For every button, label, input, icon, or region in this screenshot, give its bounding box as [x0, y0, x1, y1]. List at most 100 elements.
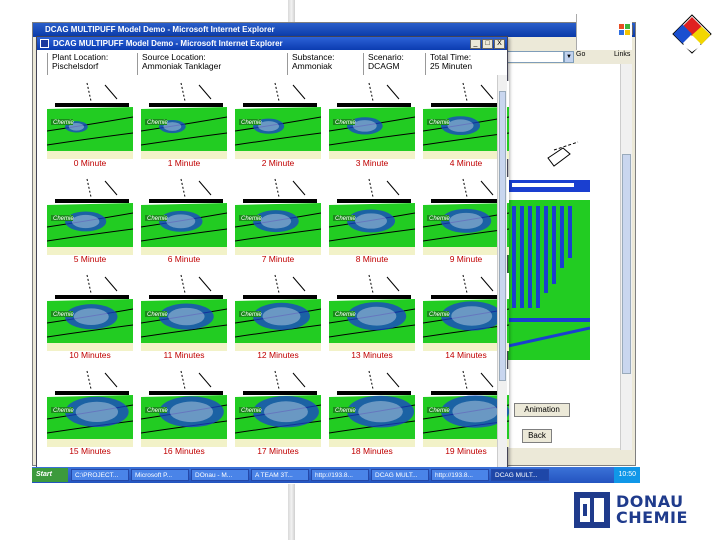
taskbar-task-button[interactable]: http://193.8...: [431, 469, 489, 481]
frame-caption: 6 Minute: [167, 254, 201, 264]
dispersion-frame: Chemie 18 Minutes: [329, 369, 415, 456]
hazard-diamond-icon: [672, 14, 712, 54]
dispersion-map-thumbnail: Chemie: [47, 81, 133, 159]
taskbar-task-button[interactable]: DCAG MULT...: [491, 469, 549, 481]
map-label: Chemie: [241, 216, 262, 222]
map-label: Chemie: [429, 120, 450, 126]
company-logo: DONAU CHEMIE: [574, 492, 688, 528]
dispersion-frame: Chemie 2 Minute: [235, 81, 321, 168]
minimize-button[interactable]: _: [470, 39, 481, 49]
map-label: Chemie: [241, 120, 262, 126]
animation-button[interactable]: Animation: [514, 403, 570, 417]
taskbar-task-list: C:\PROJECT... Microsoft P... DOnau - M... A…: [71, 469, 551, 481]
company-logo-mark-icon: [574, 492, 610, 528]
map-label: Chemie: [147, 408, 168, 414]
dispersion-map-thumbnail: Chemie: [141, 369, 227, 447]
back-button[interactable]: Back: [522, 429, 552, 443]
dispersion-frame: Chemie 10 Minutes: [47, 273, 133, 360]
info-plant-location: Plant Location: Pischelsdorf: [47, 53, 137, 75]
dispersion-map-thumbnail: Chemie: [141, 81, 227, 159]
dispersion-frame: Chemie 3 Minute: [329, 81, 415, 168]
maximize-button[interactable]: □: [482, 39, 493, 49]
dispersion-frame: Chemie 15 Minutes: [47, 369, 133, 456]
info-scenario: Scenario: DCAGM: [363, 53, 425, 75]
front-window-controls: _ □ X: [470, 39, 505, 49]
map-label: Chemie: [335, 120, 356, 126]
map-label: Chemie: [147, 120, 168, 126]
browser-icon: [40, 39, 49, 48]
front-window-title: DCAG MULTIPUFF Model Demo - Microsoft In…: [37, 37, 507, 50]
windows-logo-area: [576, 14, 632, 50]
close-button[interactable]: X: [494, 39, 505, 49]
taskbar: Start C:\PROJECT... Microsoft P... DOnau -…: [32, 467, 640, 483]
dispersion-map-thumbnail: Chemie: [329, 273, 415, 351]
taskbar-task-button[interactable]: DCAG MULT...: [371, 469, 429, 481]
map-label: Chemie: [429, 216, 450, 222]
taskbar-task-button[interactable]: A TEAM 3T...: [251, 469, 309, 481]
dispersion-frame: Chemie 16 Minutes: [141, 369, 227, 456]
frame-caption: 18 Minutes: [351, 446, 393, 456]
dispersion-map-thumbnail: Chemie: [329, 177, 415, 255]
back-window-title: DCAG MULTIPUFF Model Demo - Microsoft In…: [33, 23, 635, 37]
dispersion-map-thumbnail: Chemie: [47, 177, 133, 255]
front-scrollbar-thumb[interactable]: [499, 91, 506, 381]
frame-caption: 0 Minute: [73, 158, 107, 168]
map-label: Chemie: [335, 312, 356, 318]
map-label: Chemie: [241, 408, 262, 414]
links-label[interactable]: Links: [614, 51, 630, 58]
dispersion-map-thumbnail: Chemie: [141, 273, 227, 351]
dispersion-frame: Chemie 0 Minute: [47, 81, 133, 168]
map-label: Chemie: [147, 312, 168, 318]
divider-line-top: [288, 0, 295, 24]
map-label: Chemie: [53, 216, 74, 222]
frame-caption: 8 Minute: [355, 254, 389, 264]
taskbar-task-button[interactable]: http://193.8...: [311, 469, 369, 481]
windows-flag-icon: [619, 24, 630, 35]
front-scrollbar[interactable]: [497, 75, 507, 467]
dispersion-map-thumbnail: Chemie: [47, 273, 133, 351]
frame-caption: 11 Minutes: [163, 350, 205, 360]
dispersion-frame: Chemie 1 Minute: [141, 81, 227, 168]
front-browser-window: DCAG MULTIPUFF Model Demo - Microsoft In…: [36, 36, 509, 468]
taskbar-task-button[interactable]: Microsoft P...: [131, 469, 189, 481]
divider-line-bottom: [288, 484, 295, 540]
map-label: Chemie: [53, 408, 74, 414]
back-scrollbar[interactable]: [620, 64, 632, 450]
company-name: DONAU CHEMIE: [616, 494, 688, 526]
go-button[interactable]: Go: [576, 51, 585, 58]
info-source-location: Source Location: Ammoniak Tanklager: [137, 53, 287, 75]
dispersion-frame: Chemie 6 Minute: [141, 177, 227, 264]
site-plan-map: [508, 88, 590, 370]
dispersion-frame: Chemie 8 Minute: [329, 177, 415, 264]
map-label: Chemie: [147, 216, 168, 222]
map-label: Chemie: [429, 408, 450, 414]
frame-caption: 17 Minutes: [257, 446, 299, 456]
frame-caption: 16 Minutes: [163, 446, 205, 456]
info-total-time: Total Time: 25 Minuten: [425, 53, 491, 75]
dispersion-map-thumbnail: Chemie: [329, 81, 415, 159]
frame-caption: 13 Minutes: [351, 350, 393, 360]
frame-caption: 10 Minutes: [69, 350, 111, 360]
taskbar-task-button[interactable]: C:\PROJECT...: [71, 469, 129, 481]
start-button[interactable]: Start: [32, 468, 68, 482]
taskbar-task-button[interactable]: DOnau - M...: [191, 469, 249, 481]
dispersion-map-thumbnail: Chemie: [235, 81, 321, 159]
frame-caption: 3 Minute: [355, 158, 389, 168]
map-label: Chemie: [241, 312, 262, 318]
chevron-down-icon[interactable]: ▼: [564, 51, 574, 63]
dispersion-frame: Chemie 5 Minute: [47, 177, 133, 264]
dispersion-map-thumbnail: Chemie: [235, 177, 321, 255]
back-scrollbar-thumb[interactable]: [622, 154, 631, 374]
dispersion-frame: Chemie 11 Minutes: [141, 273, 227, 360]
map-label: Chemie: [335, 408, 356, 414]
dispersion-frame: Chemie 7 Minute: [235, 177, 321, 264]
dispersion-frame: Chemie 17 Minutes: [235, 369, 321, 456]
dispersion-frame: Chemie 12 Minutes: [235, 273, 321, 360]
slide: DCAG MULTIPUFF Model Demo - Microsoft In…: [0, 0, 720, 540]
frame-caption: 1 Minute: [167, 158, 201, 168]
company-name-line2: CHEMIE: [616, 508, 688, 527]
frame-caption: 15 Minutes: [69, 446, 111, 456]
map-label: Chemie: [429, 312, 450, 318]
dispersion-frame: Chemie 13 Minutes: [329, 273, 415, 360]
frame-caption: 12 Minutes: [257, 350, 299, 360]
